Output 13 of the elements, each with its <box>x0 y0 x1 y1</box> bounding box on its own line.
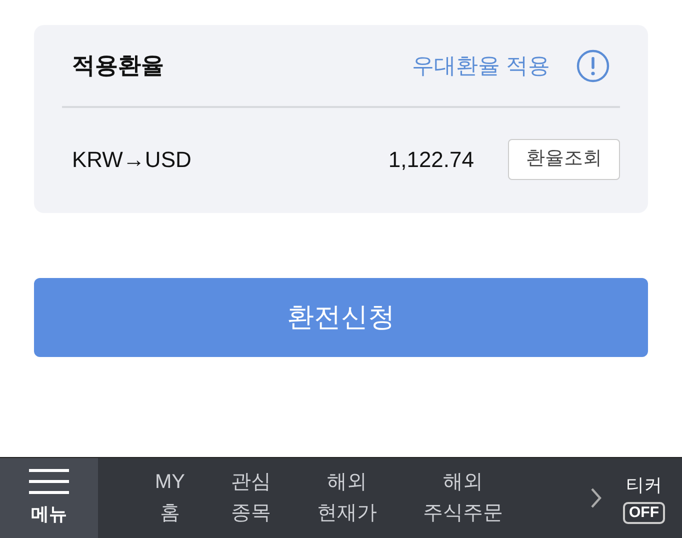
card-title: 적용환율 <box>72 51 164 80</box>
nav-item[interactable]: MY 홈 <box>155 467 185 529</box>
ticker-toggle[interactable]: 티커 OFF <box>618 472 670 524</box>
currency-pair: KRW→USD <box>72 146 192 174</box>
info-icon[interactable] <box>576 48 610 82</box>
chevron-right-icon[interactable] <box>590 487 602 509</box>
exchange-rate: 1,122.74 <box>388 146 474 174</box>
nav-item[interactable]: 해외 주식주문 <box>423 467 503 529</box>
nav-item[interactable]: 관심 종목 <box>231 467 271 529</box>
menu-button[interactable]: 메뉴 <box>0 458 98 538</box>
menu-icon <box>29 468 69 494</box>
rate-lookup-button[interactable]: 환율조회 <box>508 139 620 180</box>
nav-item[interactable]: 해외 현재가 <box>317 467 377 529</box>
